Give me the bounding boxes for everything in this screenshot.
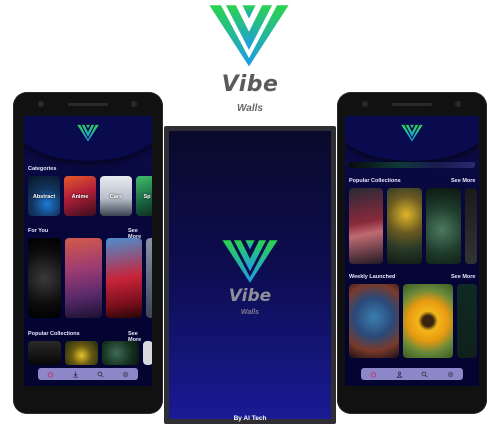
brand-title: Vibe [221, 72, 279, 97]
vibe-logo-icon [400, 124, 424, 142]
download-icon[interactable] [72, 370, 80, 378]
left-phone-frame: Categories Abstract Anime Cars Sp For Yo… [13, 92, 163, 414]
search-icon[interactable] [97, 370, 105, 378]
category-label: Anime [71, 194, 89, 200]
category-card-abstract[interactable]: Abstract [28, 176, 60, 216]
categories-title: Categories [28, 166, 57, 172]
wallpaper-card[interactable] [28, 238, 61, 318]
splash-screen: Vibe Walls By AI Tech [169, 131, 331, 422]
search-icon[interactable] [421, 370, 429, 378]
wallpaper-card[interactable] [387, 188, 422, 264]
popular-see-more-link[interactable]: See More [451, 178, 475, 184]
wallpaper-card[interactable] [426, 188, 461, 264]
wallpaper-card[interactable] [349, 284, 399, 358]
wallpaper-card[interactable] [65, 238, 102, 318]
category-card-cars[interactable]: Cars [100, 176, 132, 216]
wallpaper-card[interactable] [65, 341, 98, 365]
category-label: Sp [143, 194, 151, 200]
wallpaper-card[interactable] [457, 284, 477, 358]
vibe-logo-icon [206, 2, 292, 68]
settings-icon[interactable] [122, 370, 130, 378]
vibe-logo-icon [76, 124, 100, 142]
splash-subtitle: Walls [240, 309, 260, 316]
weekly-launched-title: Weekly Launched [349, 274, 396, 280]
wallpaper-card[interactable] [403, 284, 453, 358]
category-label: Abstract [32, 194, 56, 200]
brand-tagline: Walls [237, 103, 263, 114]
wallpaper-card[interactable] [28, 341, 61, 365]
right-phone-screen: Popular Collections See More Weekly Laun… [345, 116, 479, 386]
splash-credit: By AI Tech [233, 415, 267, 422]
for-you-title: For You [28, 228, 49, 234]
wallpaper-card[interactable] [465, 188, 477, 264]
splash-title: Vibe [228, 286, 272, 306]
wallpaper-card[interactable] [349, 162, 475, 168]
category-card-anime[interactable]: Anime [64, 176, 96, 216]
vibe-logo-icon [221, 238, 279, 284]
left-phone-screen: Categories Abstract Anime Cars Sp For Yo… [24, 116, 152, 386]
settings-icon[interactable] [446, 370, 454, 378]
right-phone-frame: Popular Collections See More Weekly Laun… [337, 92, 487, 414]
bottom-nav-bar [38, 368, 138, 380]
bottom-nav-bar [361, 368, 463, 380]
popular-collections-title: Popular Collections [28, 331, 80, 337]
weekly-see-more-link[interactable]: See More [451, 274, 475, 280]
popular-collections-title: Popular Collections [349, 178, 401, 184]
wallpaper-card[interactable] [146, 238, 152, 318]
category-label: Cars [109, 194, 123, 200]
wallpaper-card[interactable] [102, 341, 139, 365]
wallpaper-card[interactable] [143, 341, 152, 365]
home-icon[interactable] [47, 370, 55, 378]
category-card-sports[interactable]: Sp [136, 176, 152, 216]
home-icon[interactable] [370, 370, 378, 378]
wallpaper-card[interactable] [349, 188, 383, 264]
splash-phone-frame: Vibe Walls By AI Tech [164, 126, 336, 424]
person-icon[interactable] [395, 370, 403, 378]
wallpaper-card[interactable] [106, 238, 142, 318]
